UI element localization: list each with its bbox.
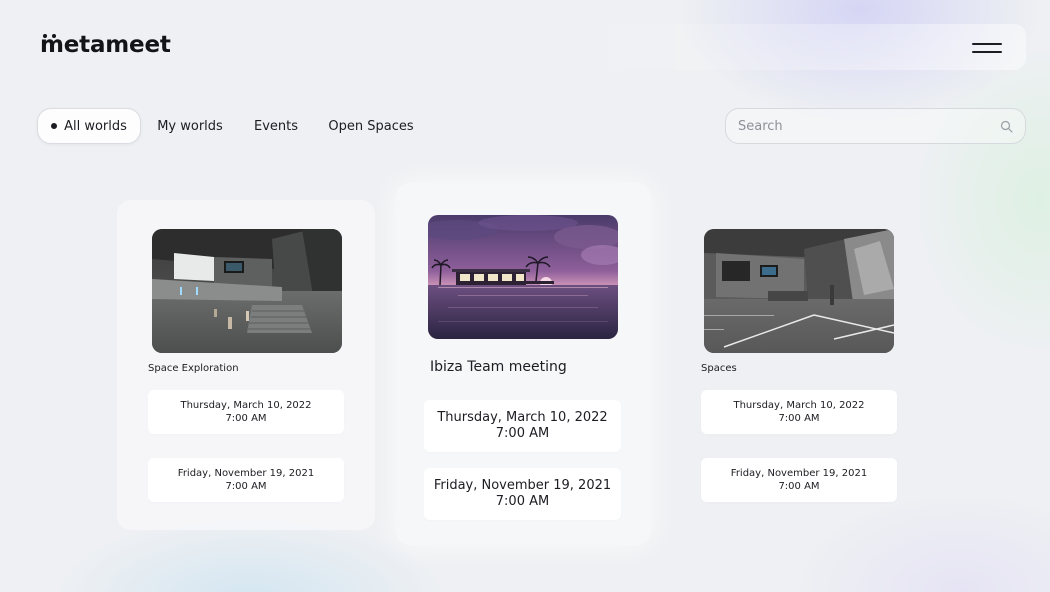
tab-open-spaces[interactable]: Open Spaces	[322, 108, 420, 144]
space-exploration-thumbnail[interactable]	[152, 229, 342, 353]
world-title: Ibiza Team meeting	[430, 359, 567, 375]
world-card-space-exploration[interactable]: Space Exploration Thursday, March 10, 20…	[117, 200, 375, 530]
tab-my-worlds[interactable]: My worlds	[150, 108, 230, 144]
logo[interactable]: metameet	[40, 32, 171, 58]
event-date-box[interactable]: Thursday, March 10, 2022 7:00 AM	[148, 390, 344, 434]
event-time: 7:00 AM	[225, 413, 267, 424]
event-time: 7:00 AM	[225, 481, 267, 492]
event-date-box[interactable]: Friday, November 19, 2021 7:00 AM	[424, 468, 621, 520]
world-card-spaces[interactable]: Spaces Thursday, March 10, 2022 7:00 AM …	[672, 200, 930, 530]
header-bar	[22, 24, 1026, 70]
event-time: 7:00 AM	[778, 481, 820, 492]
event-date: Thursday, March 10, 2022	[733, 400, 865, 411]
event-date: Friday, November 19, 2021	[433, 478, 612, 493]
event-date: Friday, November 19, 2021	[177, 468, 315, 479]
event-time: 7:00 AM	[495, 494, 550, 509]
event-date: Thursday, March 10, 2022	[437, 410, 608, 425]
event-time: 7:00 AM	[778, 413, 820, 424]
ibiza-team-meeting-thumbnail[interactable]	[428, 215, 618, 339]
tab-label: Open Spaces	[328, 118, 414, 134]
tab-all-worlds[interactable]: All worlds	[37, 108, 141, 144]
event-date-box[interactable]: Friday, November 19, 2021 7:00 AM	[701, 458, 897, 502]
tab-label: Events	[253, 118, 298, 134]
event-date-box[interactable]: Friday, November 19, 2021 7:00 AM	[148, 458, 344, 502]
world-title: Spaces	[701, 363, 737, 374]
tab-events[interactable]: Events	[246, 108, 306, 144]
event-date-box[interactable]: Thursday, March 10, 2022 7:00 AM	[701, 390, 897, 434]
world-card-ibiza-team-meeting[interactable]: Ibiza Team meeting Thursday, March 10, 2…	[396, 183, 651, 545]
tab-label: All worlds	[64, 118, 127, 134]
active-dot-icon	[51, 123, 58, 129]
search-box[interactable]	[725, 108, 1026, 144]
world-title: Space Exploration	[148, 363, 239, 374]
event-date-box[interactable]: Thursday, March 10, 2022 7:00 AM	[424, 400, 621, 452]
search-icon[interactable]	[1000, 120, 1013, 133]
search-input[interactable]	[738, 109, 998, 143]
event-date: Thursday, March 10, 2022	[180, 400, 312, 411]
event-date: Friday, November 19, 2021	[730, 468, 868, 479]
tab-label: My worlds	[157, 118, 223, 134]
hamburger-menu-icon[interactable]	[970, 40, 1004, 56]
spaces-thumbnail[interactable]	[704, 229, 894, 353]
event-time: 7:00 AM	[495, 426, 550, 441]
